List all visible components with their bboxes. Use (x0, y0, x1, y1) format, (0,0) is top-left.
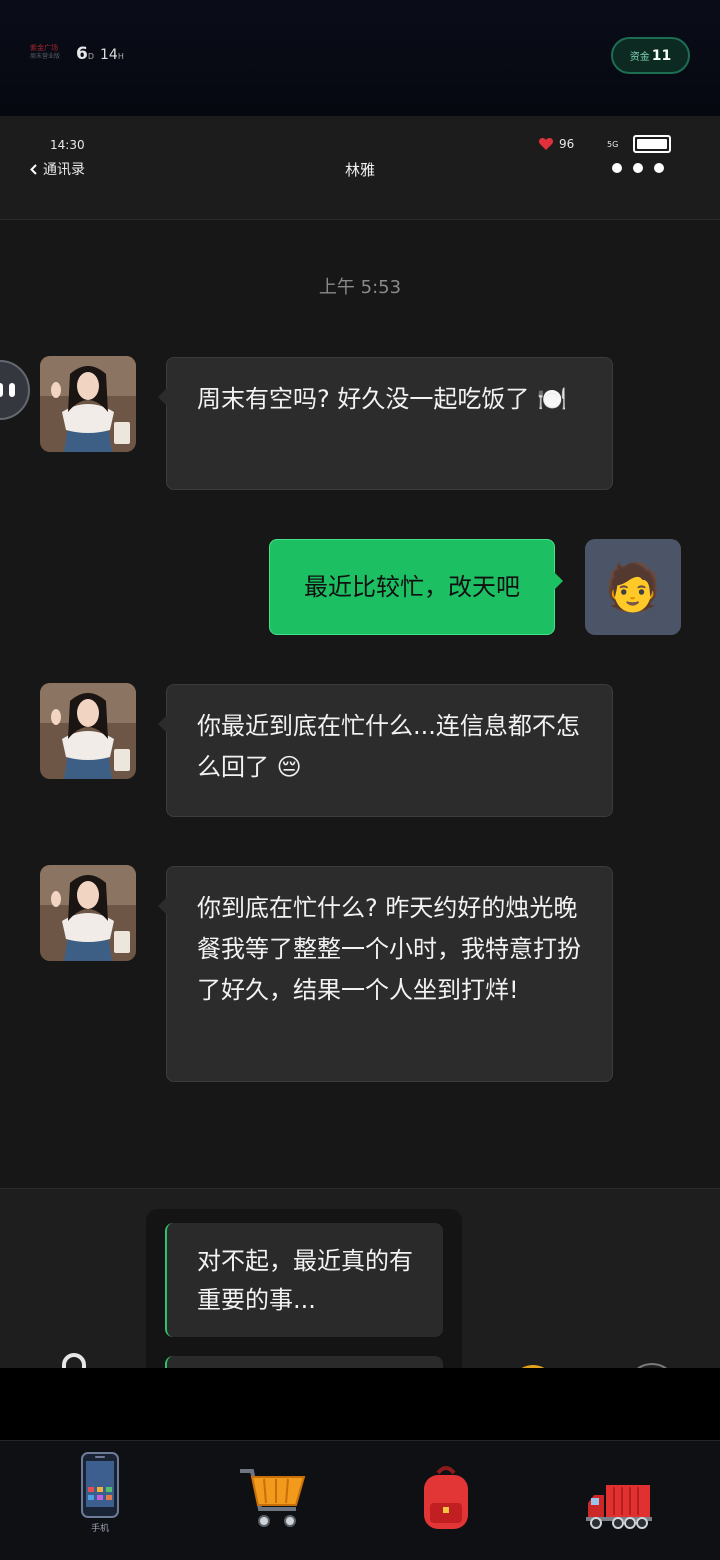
nav-item-shop[interactable] (183, 1441, 363, 1560)
contact-avatar[interactable] (40, 865, 136, 961)
contact-portrait-icon (40, 683, 136, 779)
message-timestamp: 上午 5:53 (318, 277, 402, 298)
bottom-nav: 手机 (0, 1440, 720, 1560)
day-unit: D (87, 52, 95, 61)
blank-gap (0, 1368, 720, 1440)
fund-badge[interactable]: 资金 11 (611, 37, 690, 74)
message-bubble-incoming: 周末有空吗? 好久没一起吃饭了 🍽️ (158, 357, 613, 490)
message-bubble-incoming: 你到底在忙什么? 昨天约好的烛光晚餐我等了整整一个小时，我特意打扮了好久，结果一… (158, 866, 613, 1082)
reply-area: 对不起，最近真的有重要的事... (0, 1188, 720, 1368)
truck-icon (586, 1485, 652, 1529)
nav-item-bag[interactable] (356, 1441, 536, 1560)
nav-label: 手机 (90, 1524, 109, 1534)
phone-icon (81, 1452, 119, 1518)
day-value: 6 (76, 44, 88, 64)
chat-header: 14:30 96 5G 通讯录 林雅 (0, 116, 720, 220)
reply-option[interactable] (165, 1356, 443, 1368)
phone-screen: 14:30 96 5G 通讯录 林雅 上午 5:53 周末有空吗? 好久没一起吃… (0, 116, 720, 1368)
reply-options-panel: 对不起，最近真的有重要的事... (146, 1209, 462, 1368)
game-header: 紫金广场 周末营业版 6 D 14 H 资金 11 (0, 0, 720, 116)
battery-percent: 96 (559, 137, 575, 151)
floating-assistant-button[interactable] (0, 360, 30, 420)
my-avatar[interactable]: 🧑 (585, 539, 681, 635)
more-dot-icon (612, 163, 622, 173)
message-bubble-outgoing: 最近比较忙，改天吧 (269, 539, 563, 635)
status-time: 14:30 (50, 138, 85, 152)
fund-label: 资金 (629, 52, 650, 63)
game-logo: 紫金广场 周末营业版 (30, 44, 72, 66)
fund-value: 11 (651, 47, 672, 64)
logo-text-bottom: 周末营业版 (30, 53, 61, 60)
battery-icon (633, 135, 671, 153)
reply-option[interactable]: 对不起，最近真的有重要的事... (165, 1223, 443, 1337)
backpack-icon (424, 1466, 468, 1529)
time-counter: 6 D 14 H (76, 44, 130, 64)
contact-portrait-icon (40, 356, 136, 452)
heart-icon (538, 138, 554, 150)
message-bubble-incoming: 你最近到底在忙什么...连信息都不怎么回了 😔 (158, 684, 613, 817)
logo-text-top: 紫金广场 (30, 44, 58, 52)
nav-item-delivery[interactable] (529, 1441, 709, 1560)
cart-icon (240, 1469, 306, 1527)
contact-avatar[interactable] (40, 683, 136, 779)
network-label: 5G (607, 140, 619, 149)
contact-avatar[interactable] (40, 356, 136, 452)
hour-unit: H (117, 52, 124, 61)
nav-item-phone[interactable]: 手机 (10, 1441, 190, 1560)
more-dot-icon (654, 163, 664, 173)
microphone-icon[interactable] (62, 1353, 86, 1368)
more-options-button[interactable] (612, 162, 664, 174)
contact-portrait-icon (40, 865, 136, 961)
hour-value: 14 (100, 47, 118, 63)
more-dot-icon (633, 163, 643, 173)
